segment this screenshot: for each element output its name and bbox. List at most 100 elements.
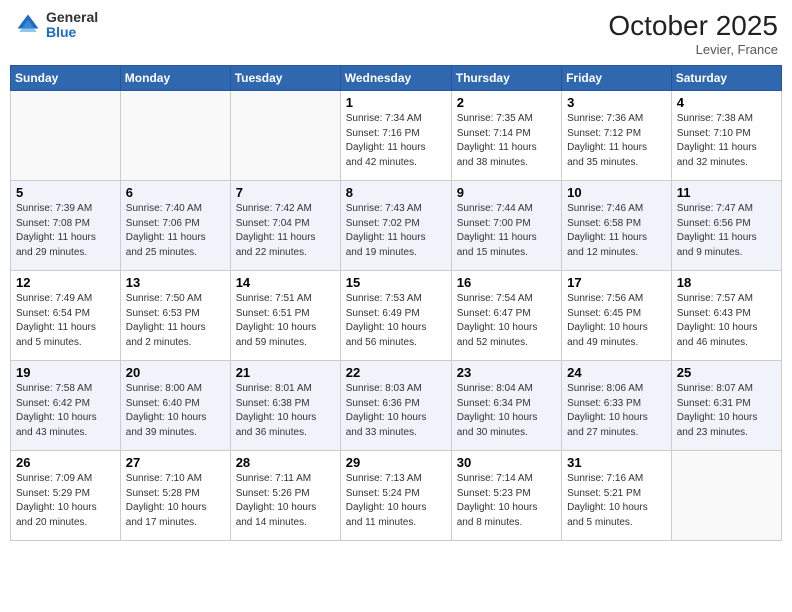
calendar-body: 1Sunrise: 7:34 AM Sunset: 7:16 PM Daylig… [11,91,782,541]
day-number: 25 [677,365,776,380]
day-info: Sunrise: 8:04 AM Sunset: 6:34 PM Dayligh… [457,382,556,440]
calendar-cell: 3Sunrise: 7:36 AM Sunset: 7:12 PM Daylig… [562,91,672,181]
month-title: October 2025 [608,10,778,42]
day-number: 13 [126,275,225,290]
calendar-cell: 25 Sunrise: 8:07 AM Sunset: 6:31 PM Dayli… [671,361,781,451]
day-info: Sunrise: 7:09 AM Sunset: 5:29 PM Dayligh… [16,472,115,530]
day-number: 17 [567,275,666,290]
calendar-cell: 28Sunrise: 7:11 AM Sunset: 5:26 PM Dayli… [230,451,340,541]
day-info: Sunrise: 7:51 AM Sunset: 6:51 PM Dayligh… [236,292,335,350]
calendar-cell: 29Sunrise: 7:13 AM Sunset: 5:24 PM Dayli… [340,451,451,541]
calendar-cell: 20 Sunrise: 8:00 AM Sunset: 6:40 PM Dayli… [120,361,230,451]
day-info: Sunrise: 7:42 AM Sunset: 7:04 PM Dayligh… [236,202,335,260]
day-info: Sunrise: 7:54 AM Sunset: 6:47 PM Dayligh… [457,292,556,350]
calendar-week-5: 26Sunrise: 7:09 AM Sunset: 5:29 PM Dayli… [11,451,782,541]
day-number: 6 [126,185,225,200]
day-info: Sunrise: 7:49 AM Sunset: 6:54 PM Dayligh… [16,292,115,350]
day-info: Sunrise: 7:16 AM Sunset: 5:21 PM Dayligh… [567,472,666,530]
day-info: Sunrise: 7:53 AM Sunset: 6:49 PM Dayligh… [346,292,446,350]
day-number: 21 [236,365,335,380]
day-number: 8 [346,185,446,200]
day-number: 18 [677,275,776,290]
day-number: 27 [126,455,225,470]
day-info: Sunrise: 7:57 AM Sunset: 6:43 PM Dayligh… [677,292,776,350]
header-day-monday: Monday [120,66,230,91]
day-info: Sunrise: 7:39 AM Sunset: 7:08 PM Dayligh… [16,202,115,260]
day-number: 20 [126,365,225,380]
day-number: 9 [457,185,556,200]
logo: General Blue [14,10,98,41]
day-info: Sunrise: 7:10 AM Sunset: 5:28 PM Dayligh… [126,472,225,530]
header-day-wednesday: Wednesday [340,66,451,91]
calendar-cell: 5 Sunrise: 7:39 AM Sunset: 7:08 PM Daylig… [11,181,121,271]
calendar-cell: 18 Sunrise: 7:57 AM Sunset: 6:43 PM Dayli… [671,271,781,361]
header-day-thursday: Thursday [451,66,561,91]
calendar-table: SundayMondayTuesdayWednesdayThursdayFrid… [10,65,782,541]
calendar-cell: 27 Sunrise: 7:10 AM Sunset: 5:28 PM Dayli… [120,451,230,541]
day-info: Sunrise: 7:44 AM Sunset: 7:00 PM Dayligh… [457,202,556,260]
day-number: 28 [236,455,335,470]
calendar-cell: 19Sunrise: 7:58 AM Sunset: 6:42 PM Dayli… [11,361,121,451]
calendar-week-1: 1Sunrise: 7:34 AM Sunset: 7:16 PM Daylig… [11,91,782,181]
calendar-cell: 9 Sunrise: 7:44 AM Sunset: 7:00 PM Daylig… [451,181,561,271]
calendar-cell [11,91,121,181]
calendar-cell: 16 Sunrise: 7:54 AM Sunset: 6:47 PM Dayli… [451,271,561,361]
header-row: SundayMondayTuesdayWednesdayThursdayFrid… [11,66,782,91]
location: Levier, France [608,42,778,57]
day-info: Sunrise: 7:13 AM Sunset: 5:24 PM Dayligh… [346,472,446,530]
calendar-week-3: 12 Sunrise: 7:49 AM Sunset: 6:54 PM Dayli… [11,271,782,361]
day-number: 24 [567,365,666,380]
header-day-friday: Friday [562,66,672,91]
day-info: Sunrise: 7:14 AM Sunset: 5:23 PM Dayligh… [457,472,556,530]
calendar-cell: 22 Sunrise: 8:03 AM Sunset: 6:36 PM Dayli… [340,361,451,451]
day-info: Sunrise: 7:35 AM Sunset: 7:14 PM Dayligh… [457,112,556,170]
calendar-cell: 1Sunrise: 7:34 AM Sunset: 7:16 PM Daylig… [340,91,451,181]
header-day-sunday: Sunday [11,66,121,91]
day-info: Sunrise: 8:01 AM Sunset: 6:38 PM Dayligh… [236,382,335,440]
header-day-saturday: Saturday [671,66,781,91]
title-block: October 2025 Levier, France [608,10,778,57]
calendar-cell: 7 Sunrise: 7:42 AM Sunset: 7:04 PM Daylig… [230,181,340,271]
header-day-tuesday: Tuesday [230,66,340,91]
calendar-cell: 11 Sunrise: 7:47 AM Sunset: 6:56 PM Dayli… [671,181,781,271]
calendar-cell: 21 Sunrise: 8:01 AM Sunset: 6:38 PM Dayli… [230,361,340,451]
day-number: 7 [236,185,335,200]
day-number: 23 [457,365,556,380]
day-number: 11 [677,185,776,200]
calendar-cell: 4 Sunrise: 7:38 AM Sunset: 7:10 PM Daylig… [671,91,781,181]
calendar-header: SundayMondayTuesdayWednesdayThursdayFrid… [11,66,782,91]
day-number: 4 [677,95,776,110]
day-number: 12 [16,275,115,290]
logo-blue-text: Blue [46,25,98,40]
day-info: Sunrise: 8:07 AM Sunset: 6:31 PM Dayligh… [677,382,776,440]
calendar-week-4: 19Sunrise: 7:58 AM Sunset: 6:42 PM Dayli… [11,361,782,451]
logo-text: General Blue [46,10,98,41]
calendar-cell: 2Sunrise: 7:35 AM Sunset: 7:14 PM Daylig… [451,91,561,181]
day-number: 30 [457,455,556,470]
day-number: 10 [567,185,666,200]
calendar-cell: 24Sunrise: 8:06 AM Sunset: 6:33 PM Dayli… [562,361,672,451]
calendar-cell: 14 Sunrise: 7:51 AM Sunset: 6:51 PM Dayli… [230,271,340,361]
calendar-cell [230,91,340,181]
day-number: 22 [346,365,446,380]
day-info: Sunrise: 7:46 AM Sunset: 6:58 PM Dayligh… [567,202,666,260]
calendar-cell: 15 Sunrise: 7:53 AM Sunset: 6:49 PM Dayli… [340,271,451,361]
day-info: Sunrise: 7:47 AM Sunset: 6:56 PM Dayligh… [677,202,776,260]
calendar-cell [120,91,230,181]
day-info: Sunrise: 8:03 AM Sunset: 6:36 PM Dayligh… [346,382,446,440]
day-info: Sunrise: 7:50 AM Sunset: 6:53 PM Dayligh… [126,292,225,350]
calendar-cell: 10 Sunrise: 7:46 AM Sunset: 6:58 PM Dayli… [562,181,672,271]
day-info: Sunrise: 7:56 AM Sunset: 6:45 PM Dayligh… [567,292,666,350]
logo-general-text: General [46,10,98,25]
day-number: 14 [236,275,335,290]
calendar-week-2: 5 Sunrise: 7:39 AM Sunset: 7:08 PM Daylig… [11,181,782,271]
day-info: Sunrise: 7:38 AM Sunset: 7:10 PM Dayligh… [677,112,776,170]
calendar-cell: 30 Sunrise: 7:14 AM Sunset: 5:23 PM Dayli… [451,451,561,541]
day-number: 16 [457,275,556,290]
day-info: Sunrise: 8:00 AM Sunset: 6:40 PM Dayligh… [126,382,225,440]
day-number: 5 [16,185,115,200]
logo-icon [14,11,42,39]
day-info: Sunrise: 7:40 AM Sunset: 7:06 PM Dayligh… [126,202,225,260]
day-number: 15 [346,275,446,290]
calendar-cell: 12 Sunrise: 7:49 AM Sunset: 6:54 PM Dayli… [11,271,121,361]
